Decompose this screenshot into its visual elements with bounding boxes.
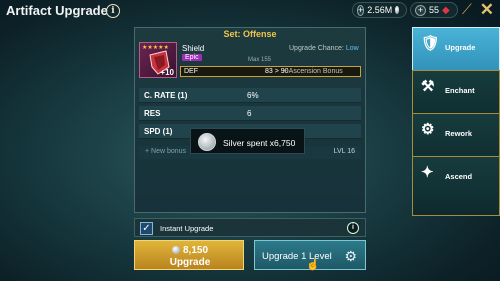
add-gem-icon[interactable]: + (415, 4, 426, 16)
new-bonus-level: LVL 16 (333, 148, 355, 155)
gem-icon: ◆ (442, 4, 450, 16)
instant-upgrade-label: Instant Upgrade (160, 224, 214, 233)
pointer-hand-icon: ☝ (306, 259, 320, 271)
gem-counter[interactable]: + 55 ◆ (410, 2, 458, 18)
ascend-icon: ✦ (421, 164, 434, 181)
main-stat-row: DEF 83 > 90 + Ascension Bonus (180, 66, 361, 77)
gear-icon[interactable]: ⚙ (344, 248, 357, 265)
upgrade-1-level-label: Upgrade 1 Level (262, 251, 332, 262)
upgrade-chance: Upgrade Chance: Low (289, 45, 359, 52)
page-title: Artifact Upgrade (6, 3, 108, 18)
artifact-level: +10 (160, 68, 174, 77)
artifact-name: Shield (182, 44, 205, 53)
armor-icon: 🛡 (421, 35, 441, 52)
substat-value: 6% (247, 91, 259, 100)
upgrade-button[interactable]: 8,150 Upgrade (134, 240, 244, 270)
tab-label: Rework (445, 129, 473, 138)
top-bar: Artifact Upgrade i + 2.56M + 55 ◆ ⟋ ✕ (0, 0, 500, 22)
anvil-icon: ⚒ (421, 78, 435, 95)
upgrade-chance-value: Low (345, 45, 359, 52)
rarity-badge: Epic (182, 54, 202, 61)
separator-slash-icon: ⟋ (462, 1, 472, 17)
substat-name: RES (144, 109, 161, 118)
instant-upgrade-row: ✓ Instant Upgrade i (134, 218, 366, 237)
max-value-label: Max 155 (248, 57, 272, 63)
tab-ascend[interactable]: ✦ Ascend (412, 156, 500, 216)
substat-row: C. RATE (1) 6% (139, 88, 361, 103)
add-silver-icon[interactable]: + (357, 4, 365, 16)
upgrade-button-label: Upgrade (169, 257, 211, 268)
gem-amount: 55 (429, 5, 440, 15)
info-icon[interactable]: i (347, 222, 359, 234)
ascension-bonus-label: + Ascension Bonus (283, 68, 343, 75)
silver-spent-toast: Silver spent x6,750 (190, 128, 305, 154)
upgrade-chance-label: Upgrade Chance: (289, 45, 344, 52)
instant-upgrade-checkbox[interactable]: ✓ (140, 222, 153, 235)
tab-label: Ascend (445, 172, 473, 181)
substat-name: SPD (1) (144, 127, 173, 136)
hammer-wrench-icon: ⚙ (421, 121, 435, 138)
upgrade-cost-value: 8,150 (182, 245, 209, 256)
tab-label: Enchant (445, 86, 475, 95)
close-icon[interactable]: ✕ (480, 0, 494, 20)
silver-coin-icon (171, 246, 180, 254)
tab-label: Upgrade (445, 43, 476, 52)
info-icon[interactable]: i (106, 4, 120, 18)
silver-counter[interactable]: + 2.56M (352, 2, 407, 18)
silver-coin-icon (395, 6, 399, 14)
substat-row: RES 6 (139, 106, 361, 121)
main-stat-name: DEF (184, 68, 198, 75)
silver-coin-icon (198, 133, 216, 151)
toast-text: Silver spent x6,750 (223, 138, 296, 148)
silver-amount: 2.56M (367, 5, 393, 15)
artifact-thumbnail[interactable]: ★★★★★ +10 (139, 42, 177, 78)
upgrade-cost: 8,150 (135, 245, 245, 256)
new-bonus-label: + New bonus (145, 148, 187, 155)
substat-value: 6 (247, 109, 252, 118)
substat-name: C. RATE (1) (144, 91, 188, 100)
